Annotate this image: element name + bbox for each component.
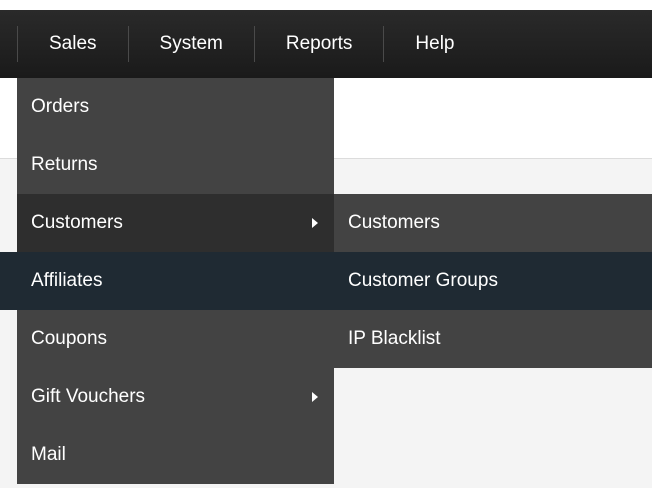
nav-system[interactable]: System [127,26,254,62]
customers-submenu: Customers Customer Groups IP Blacklist [334,194,652,368]
submenu-item-label: IP Blacklist [348,328,441,349]
nav-reports[interactable]: Reports [253,26,384,62]
menu-item-mail[interactable]: Mail [17,426,334,484]
menu-item-label: Affiliates [31,270,103,291]
menu-item-customers[interactable]: Customers [17,194,334,252]
sales-dropdown-menu: Orders Returns Customers Affiliates Coup… [17,78,334,484]
menu-item-gift-vouchers[interactable]: Gift Vouchers [17,368,334,426]
menu-item-label: Coupons [31,328,108,349]
menu-item-affiliates[interactable]: Affiliates [17,252,334,310]
nav-help[interactable]: Help [383,26,485,62]
submenu-arrow-icon [312,392,318,402]
menu-item-label: Mail [31,444,66,465]
top-strip [0,0,652,10]
submenu-arrow-icon [312,218,318,228]
menu-item-orders[interactable]: Orders [17,78,334,136]
menu-item-label: Gift Vouchers [31,386,146,407]
submenu-item-customers[interactable]: Customers [334,194,652,252]
submenu-item-label: Customers [348,212,440,233]
menu-item-coupons[interactable]: Coupons [17,310,334,368]
main-navbar: Sales System Reports Help [0,10,652,78]
submenu-item-label: Customer Groups [348,270,498,291]
submenu-item-ip-blacklist[interactable]: IP Blacklist [334,310,652,368]
submenu-item-customer-groups[interactable]: Customer Groups [334,252,652,310]
menu-item-label: Returns [31,154,98,175]
nav-sales[interactable]: Sales [17,26,128,62]
menu-item-label: Orders [31,96,90,117]
menu-item-label: Customers [31,212,123,233]
menu-item-returns[interactable]: Returns [17,136,334,194]
